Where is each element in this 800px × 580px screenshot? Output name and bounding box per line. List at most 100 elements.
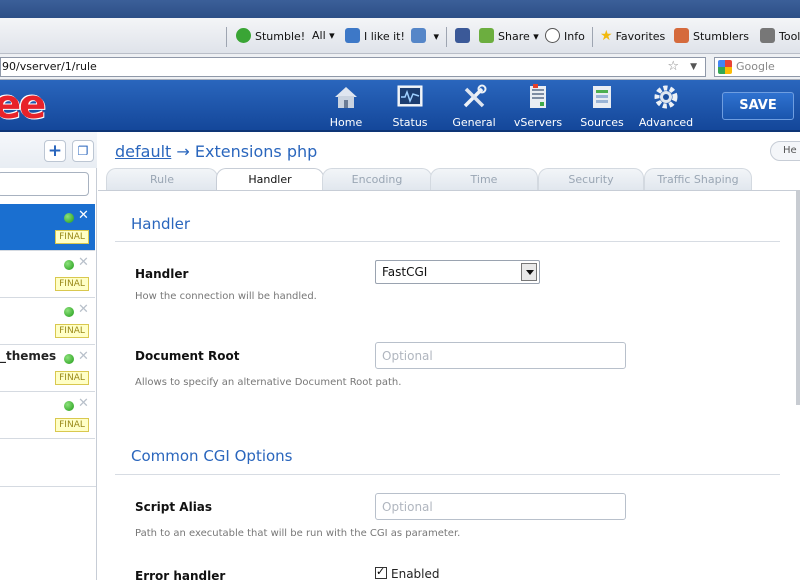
address-bar-row: 90/vserver/1/rule ☆ ▼ Google — [0, 54, 800, 80]
dislike-button[interactable]: ▾ — [411, 28, 439, 44]
status-monitor-icon — [397, 85, 423, 107]
section-title-handler: Handler — [131, 215, 191, 233]
document-root-description: Allows to specify an alternative Documen… — [135, 377, 402, 388]
error-handler-checkbox[interactable]: Enabled — [375, 565, 440, 580]
document-root-label: Document Root — [135, 349, 240, 363]
tab-handler[interactable]: Handler — [216, 168, 324, 191]
section-divider — [115, 474, 780, 475]
delete-rule-icon[interactable]: ✕ — [78, 255, 89, 270]
rule-filter-input[interactable] — [0, 172, 89, 196]
document-root-field[interactable] — [375, 342, 626, 369]
final-badge: FINAL — [55, 277, 89, 291]
plus-icon: + — [47, 141, 63, 161]
final-badge: FINAL — [55, 418, 89, 432]
breadcrumb-link-default[interactable]: default — [115, 142, 171, 161]
right-edge-scrollbar[interactable] — [796, 190, 800, 405]
tab-security[interactable]: Security — [538, 168, 644, 190]
tab-encoding[interactable]: Encoding — [322, 168, 432, 190]
nav-general[interactable]: General — [442, 84, 506, 129]
rule-active-icon[interactable] — [64, 401, 74, 411]
delete-rule-icon[interactable]: ✕ — [78, 396, 89, 411]
url-field[interactable]: 90/vserver/1/rule ☆ ▼ — [0, 57, 706, 77]
script-alias-description: Path to an executable that will be run w… — [135, 528, 461, 539]
rule-active-icon[interactable] — [64, 354, 74, 364]
stumbleupon-icon — [236, 28, 251, 43]
all-dropdown[interactable]: All ▾ — [312, 28, 335, 44]
like-label: I like it! — [364, 30, 405, 43]
sources-icon — [593, 86, 611, 108]
url-text: 90/vserver/1/rule — [2, 60, 97, 73]
delete-rule-icon[interactable]: ✕ — [78, 302, 89, 317]
nav-home[interactable]: Home — [314, 84, 378, 129]
share-label: Share — [498, 30, 530, 43]
document-root-input[interactable] — [376, 343, 625, 368]
add-rule-button[interactable]: + — [44, 140, 66, 162]
breadcrumb-current: → Extensions php — [176, 142, 318, 161]
stumblers-label: Stumblers — [693, 30, 750, 43]
tab-traffic-shaping[interactable]: Traffic Shaping — [644, 168, 752, 190]
rule-item[interactable]: _themes ✕ FINAL — [0, 345, 95, 392]
nav-sources[interactable]: Sources — [570, 84, 634, 129]
rule-active-icon[interactable] — [64, 307, 74, 317]
stumblers-button[interactable]: Stumblers — [674, 28, 749, 44]
bookmark-star-icon[interactable]: ☆ — [667, 58, 679, 76]
rule-active-icon[interactable] — [64, 213, 74, 223]
handler-description: How the connection will be handled. — [135, 291, 317, 302]
save-button[interactable]: SAVE — [722, 92, 794, 120]
all-label: All — [312, 29, 326, 42]
nav-advanced-label: Advanced — [638, 116, 694, 129]
help-button[interactable]: He — [770, 141, 800, 161]
rule-item[interactable]: ✕ FINAL — [0, 251, 95, 298]
google-icon — [718, 60, 732, 74]
tools-label: Tools — [779, 30, 800, 43]
share-icon — [479, 28, 494, 43]
star-icon: ★ — [600, 28, 613, 44]
copy-icon: ❐ — [77, 144, 89, 158]
script-alias-label: Script Alias — [135, 500, 213, 514]
script-alias-input[interactable] — [376, 494, 625, 519]
search-box[interactable]: Google — [714, 57, 800, 77]
rule-item[interactable]: ✕ FINAL — [0, 298, 95, 345]
delete-rule-icon[interactable]: ✕ — [78, 208, 89, 223]
rule-active-icon[interactable] — [64, 260, 74, 270]
sidebar-divider — [0, 486, 96, 487]
nav-status-label: Status — [392, 116, 428, 129]
nav-advanced[interactable]: Advanced — [634, 84, 698, 129]
info-button[interactable]: Info — [545, 28, 585, 44]
final-badge: FINAL — [55, 324, 89, 338]
favorites-button[interactable]: ★ Favorites — [600, 28, 665, 44]
gear-icon — [654, 85, 678, 109]
error-handler-label: Error handler — [135, 569, 226, 580]
rule-name: _themes — [0, 349, 57, 363]
share-button[interactable]: Share ▾ — [479, 28, 539, 44]
like-button[interactable]: I like it! — [345, 28, 405, 44]
breadcrumb: default → Extensions php — [115, 142, 317, 161]
tools-button[interactable]: Tools — [760, 28, 800, 44]
nav-status[interactable]: Status — [378, 84, 442, 129]
handler-select[interactable]: FastCGI — [375, 260, 540, 284]
rule-item[interactable]: ✕ FINAL — [0, 204, 95, 251]
nav-home-label: Home — [329, 116, 363, 129]
chevron-down-icon[interactable] — [521, 263, 537, 281]
logo: ee — [0, 82, 46, 128]
delete-rule-icon[interactable]: ✕ — [78, 349, 89, 364]
checkbox-checked-icon[interactable] — [375, 565, 387, 579]
script-alias-field[interactable] — [375, 493, 626, 520]
stumble-label: Stumble! — [255, 30, 306, 43]
speech-bubble-icon — [545, 28, 560, 43]
section-divider — [115, 241, 780, 242]
nav-vservers[interactable]: vServers — [506, 84, 570, 129]
tab-rule[interactable]: Rule — [106, 168, 218, 190]
facebook-button[interactable] — [455, 28, 474, 44]
clone-rule-button[interactable]: ❐ — [72, 140, 94, 162]
stumble-button[interactable]: Stumble! — [236, 28, 305, 44]
sidebar-toolbar: + ❐ — [0, 132, 97, 168]
error-handler-enabled-label: Enabled — [391, 567, 440, 580]
facebook-icon — [455, 28, 470, 43]
info-label: Info — [564, 30, 585, 43]
search-placeholder: Google — [736, 60, 775, 73]
url-dropdown-icon[interactable]: ▼ — [690, 58, 697, 76]
tab-time[interactable]: Time — [430, 168, 538, 190]
rule-item[interactable]: ✕ FINAL — [0, 392, 95, 439]
people-icon — [674, 28, 689, 43]
